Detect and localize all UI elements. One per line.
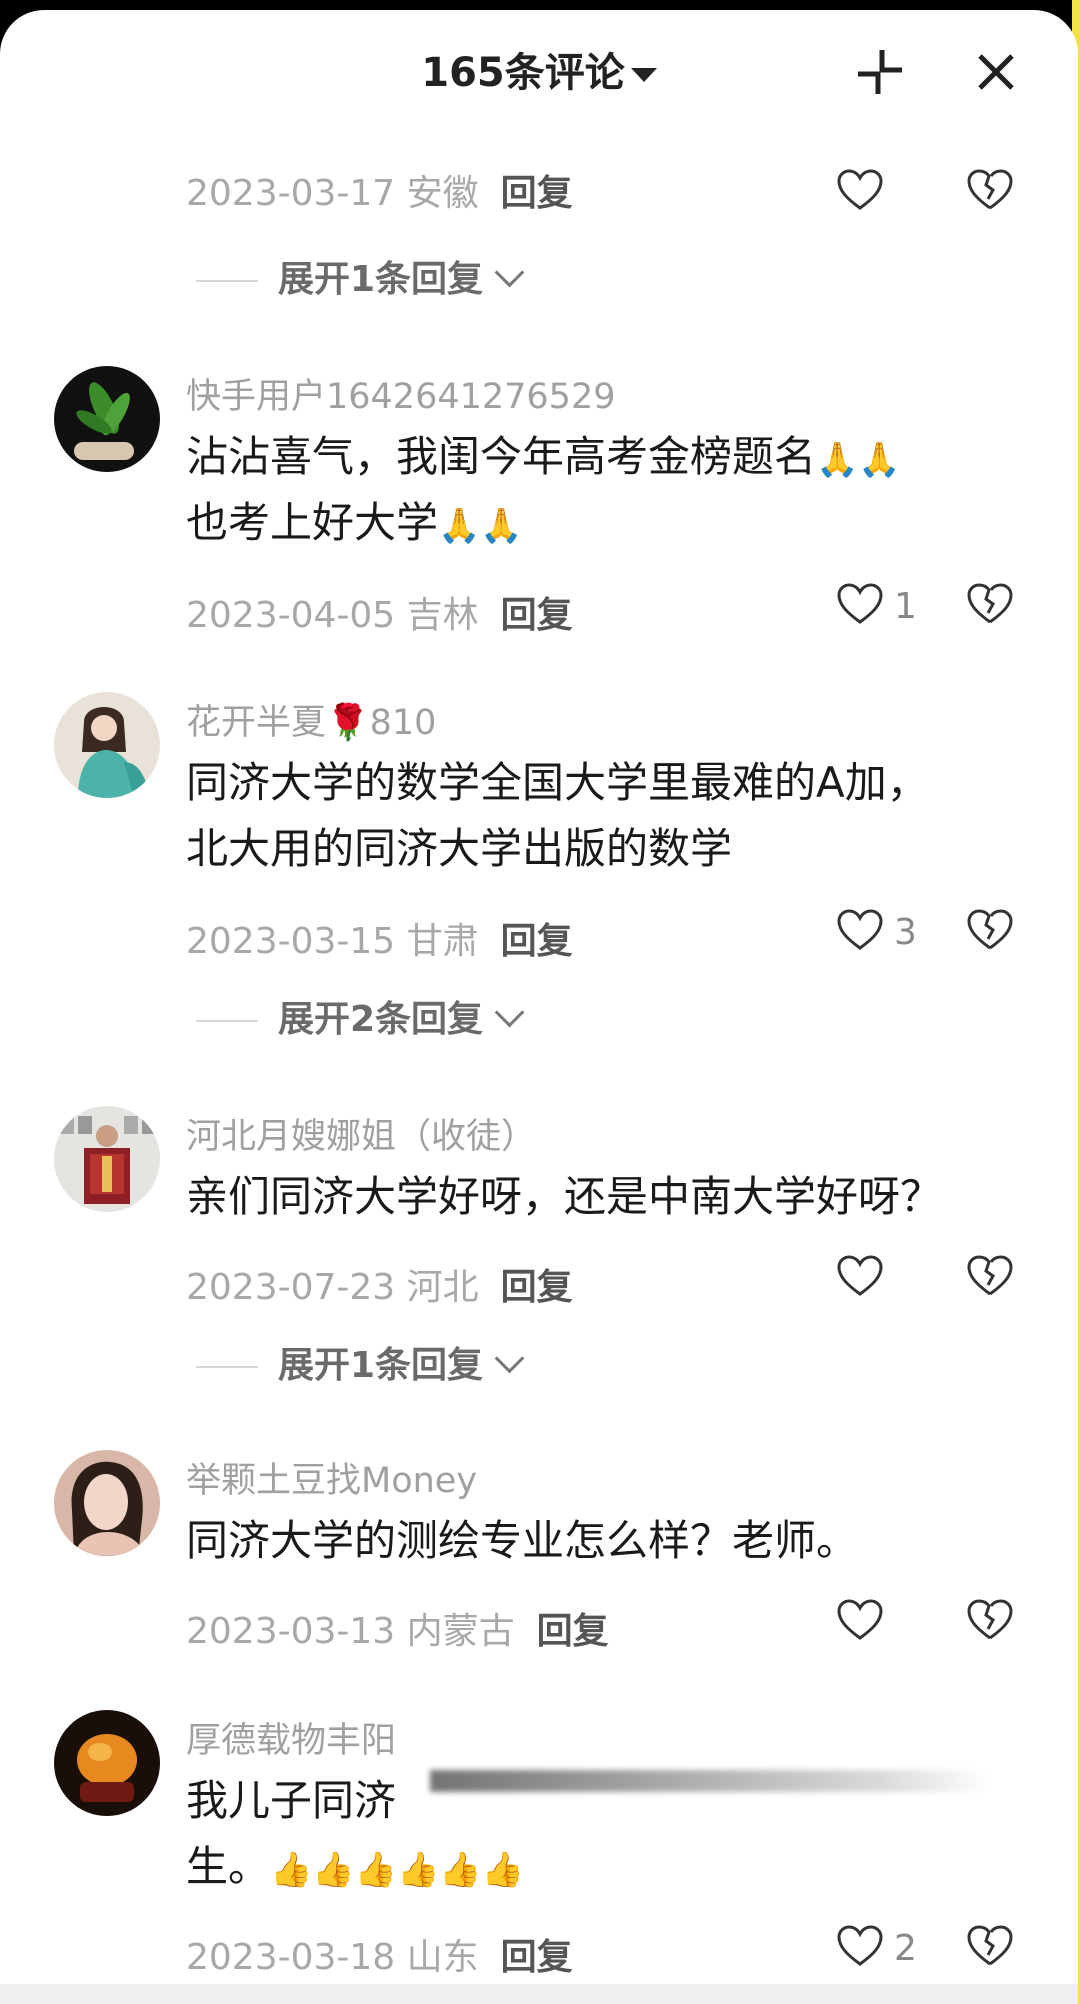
broken-heart-icon[interactable] [966,168,1014,212]
avatar-image [54,692,160,798]
reply-button[interactable]: 回复 [501,595,573,636]
comment-text: 亲们同济大学好呀，还是中南大学好呀？ [186,1172,943,1221]
rose-emoji: 🌹 [326,703,370,743]
reply-button[interactable]: 回复 [501,173,573,214]
expand-replies-label: 展开1条回复 [278,1345,484,1386]
comment-meta: 2023-04-05 吉林 回复 [186,586,573,638]
heart-icon[interactable] [836,1924,884,1968]
reply-button[interactable]: 回复 [501,921,573,962]
comment-count-selector[interactable]: 165条评论 [0,40,1078,98]
chevron-down-icon [494,997,525,1028]
comment-date-location: 2023-03-13 内蒙古 [186,1611,515,1652]
praying-hands-emoji: 🙏🙏 [816,440,901,480]
comment-date-location: 2023-03-17 安徽 [186,173,479,214]
comment-text: 北大用的同济大学出版的数学 [186,824,733,873]
expand-replies-button[interactable]: 展开2条回复 [196,990,525,1042]
chevron-down-icon [494,257,525,288]
like-count: 1 [894,586,917,627]
praying-hands-emoji: 🙏🙏 [438,506,523,546]
comment-count-title: 165条评论 [421,50,625,96]
username-text: 花开半夏 [186,703,327,743]
comment-text-line: 也考上好大学 [186,498,439,547]
expand-replies-button[interactable]: 展开1条回复 [196,250,525,302]
close-button[interactable] [968,44,1024,100]
thumbs-up-emoji: 👍👍👍👍👍👍 [270,1850,525,1890]
comment-meta: 2023-03-18 山东 回复 [186,1928,573,1980]
collapse-button[interactable] [852,44,908,100]
comment-date-location: 2023-04-05 吉林 [186,595,479,636]
heart-icon[interactable] [836,1598,884,1642]
comment-meta: 2023-03-17 安徽 回复 [186,164,573,216]
comment-username[interactable]: 举颗土豆找Money [186,1452,477,1503]
divider-line [196,1020,258,1022]
collapse-icon [858,50,902,94]
broken-heart-icon[interactable] [966,908,1014,952]
obscuring-overlay [430,1770,990,1792]
like-count: 2 [894,1928,917,1969]
expand-replies-button[interactable]: 展开1条回复 [196,1336,525,1388]
heart-icon[interactable] [836,168,884,212]
broken-heart-icon[interactable] [966,1598,1014,1642]
avatar-image [54,366,160,472]
avatar[interactable] [54,1450,160,1556]
expand-replies-label: 展开2条回复 [278,999,484,1040]
reply-button[interactable]: 回复 [537,1611,609,1652]
comment-text: 生。👍👍👍👍👍👍 [186,1834,524,1903]
avatar[interactable] [54,1710,160,1816]
comment-meta: 2023-07-23 河北 回复 [186,1258,573,1310]
caret-down-icon [630,68,657,82]
comment-username[interactable]: 河北月嫂娜姐（收徒） [186,1108,536,1159]
comment-meta: 2023-03-13 内蒙古 回复 [186,1602,609,1654]
comments-sheet: 165条评论 2023-03-17 安徽 回复 展开1条回复 快手用户16426… [0,10,1078,2004]
expand-replies-label: 展开1条回复 [278,259,484,300]
comment-meta: 2023-03-15 甘肃 回复 [186,912,573,964]
avatar-image [54,1450,160,1556]
reply-button[interactable]: 回复 [501,1937,573,1978]
comment-date-location: 2023-07-23 河北 [186,1267,479,1308]
comment-text: 我儿子同济 [186,1776,397,1825]
reply-button[interactable]: 回复 [501,1267,573,1308]
heart-icon[interactable] [836,908,884,952]
comment-username[interactable]: 快手用户1642641276529 [186,368,616,419]
comment-text: 同济大学的测绘专业怎么样？老师。 [186,1516,859,1565]
username-suffix: 810 [369,703,437,743]
comment-date-location: 2023-03-18 山东 [186,1937,479,1978]
comment-text-line: 沾沾喜气，我闺今年高考金榜题名 [186,432,817,481]
avatar[interactable] [54,1106,160,1212]
comment-text: 同济大学的数学全国大学里最难的A加， [186,758,929,807]
chevron-down-icon [494,1343,525,1374]
avatar-image [54,1710,160,1816]
comment-date-location: 2023-03-15 甘肃 [186,921,479,962]
broken-heart-icon[interactable] [966,582,1014,626]
close-icon [978,54,1014,90]
comment-text: 沾沾喜气，我闺今年高考金榜题名🙏🙏 [186,424,901,493]
comments-header: 165条评论 [0,10,1078,130]
comment-text-line: 生。 [186,1842,271,1891]
broken-heart-icon[interactable] [966,1254,1014,1298]
heart-icon[interactable] [836,1254,884,1298]
like-count: 3 [894,912,917,953]
comment-username[interactable]: 花开半夏🌹810 [186,694,436,745]
divider-line [196,1366,258,1368]
avatar[interactable] [54,692,160,798]
bottom-edge [0,1984,1078,2004]
broken-heart-icon[interactable] [966,1924,1014,1968]
heart-icon[interactable] [836,582,884,626]
avatar[interactable] [54,366,160,472]
divider-line [196,280,258,282]
comment-text: 也考上好大学🙏🙏 [186,490,523,559]
comment-username[interactable]: 厚德载物丰阳 [186,1712,396,1763]
avatar-image [54,1106,160,1212]
